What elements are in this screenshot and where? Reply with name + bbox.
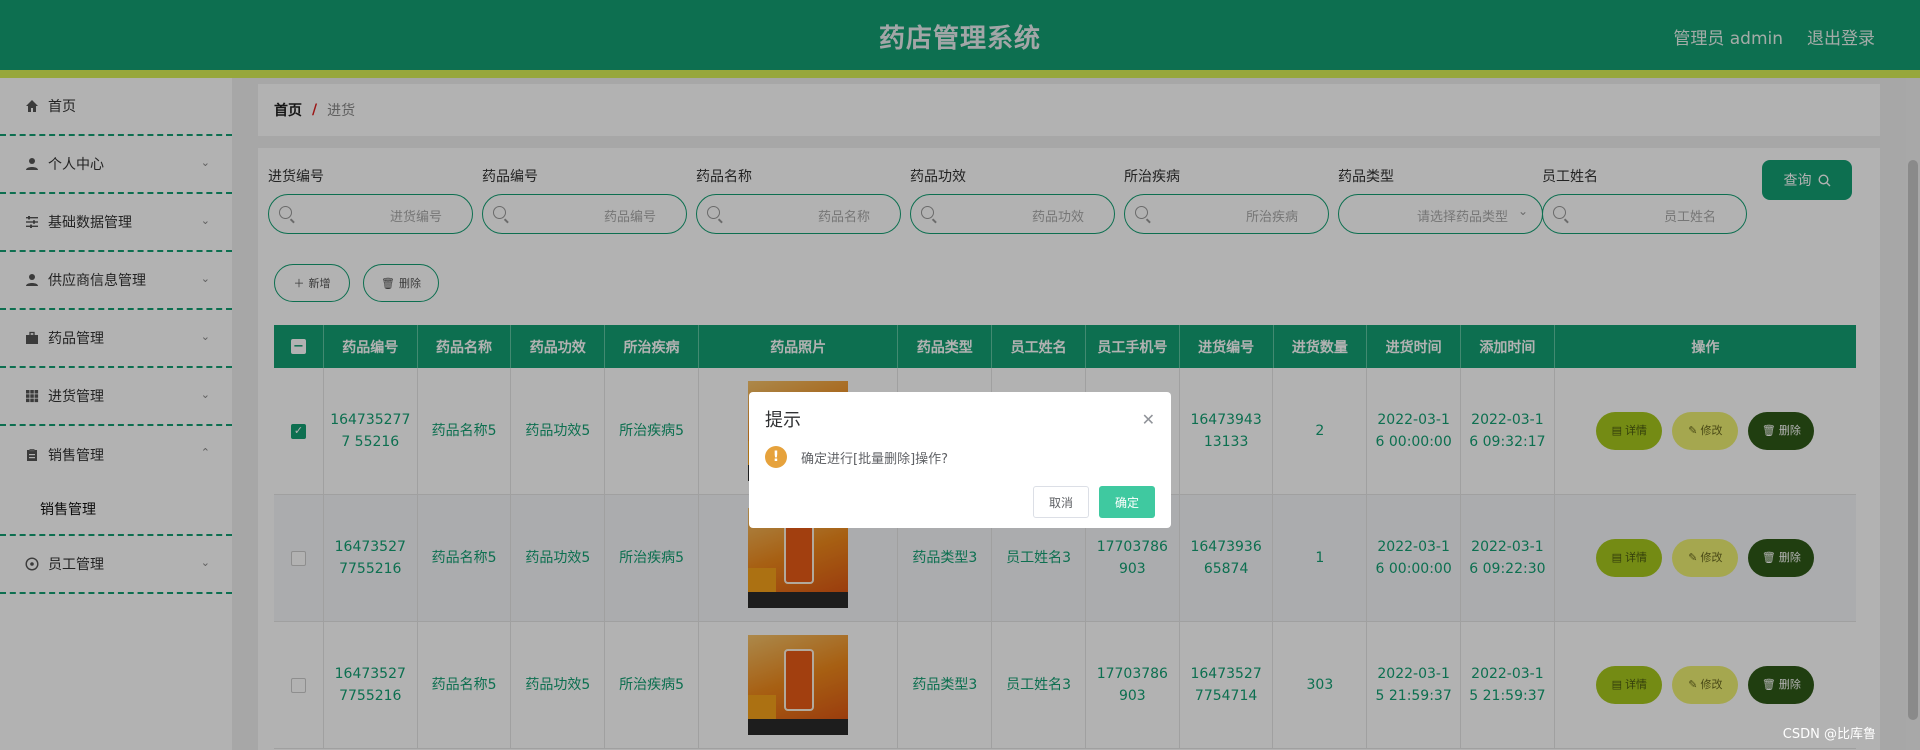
dialog-message: 确定进行[批量删除]操作? [801,452,949,467]
watermark-text: CSDN @比库鲁 [1782,727,1876,742]
close-icon[interactable]: ✕ [1142,410,1155,429]
confirm-dialog: 提示 ✕ ! 确定进行[批量删除]操作? 取消 确定 [749,392,1171,528]
warning-icon: ! [765,446,787,468]
confirm-button[interactable]: 确定 [1099,486,1155,518]
dialog-title: 提示 [765,410,801,431]
modal-overlay[interactable] [0,0,1920,750]
cancel-button[interactable]: 取消 [1033,486,1089,518]
